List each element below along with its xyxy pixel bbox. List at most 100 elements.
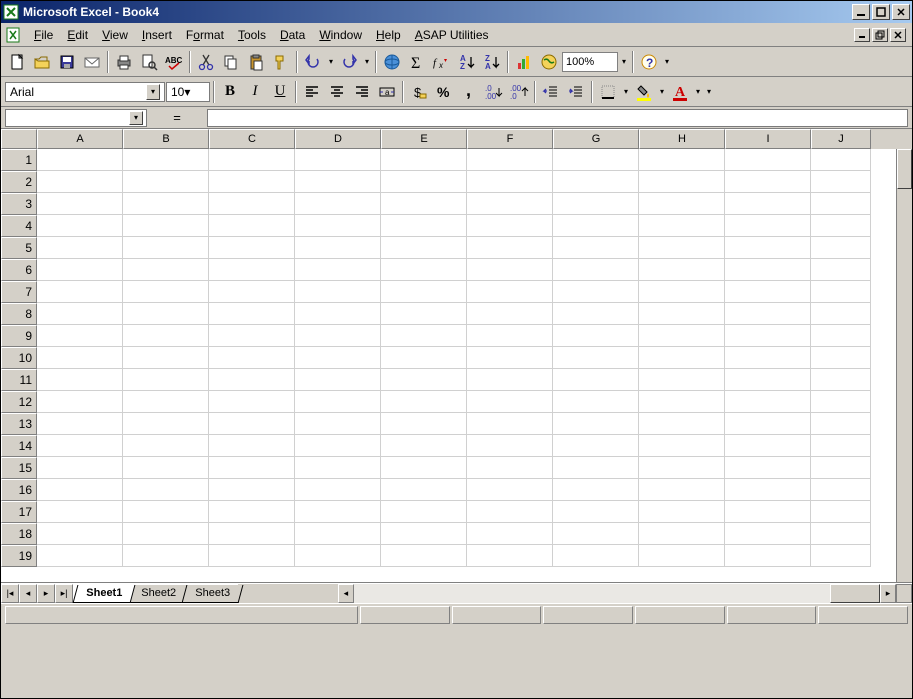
cell[interactable] — [295, 193, 381, 215]
cell[interactable] — [811, 391, 871, 413]
cell[interactable] — [295, 303, 381, 325]
row-header[interactable]: 7 — [1, 281, 37, 303]
cell[interactable] — [295, 413, 381, 435]
align-left-button[interactable] — [300, 80, 324, 104]
cell[interactable] — [209, 435, 295, 457]
menu-format[interactable]: Format — [179, 26, 231, 44]
cell[interactable] — [467, 501, 553, 523]
cell[interactable] — [553, 237, 639, 259]
cell[interactable] — [37, 237, 123, 259]
cell[interactable] — [467, 215, 553, 237]
cell[interactable] — [639, 545, 725, 567]
cell[interactable] — [123, 193, 209, 215]
column-header[interactable]: J — [811, 129, 871, 149]
cell[interactable] — [381, 259, 467, 281]
cell[interactable] — [725, 457, 811, 479]
cell[interactable] — [37, 171, 123, 193]
cell[interactable] — [725, 347, 811, 369]
cell[interactable] — [37, 501, 123, 523]
cell[interactable] — [37, 325, 123, 347]
maximize-button[interactable] — [872, 4, 890, 20]
cell[interactable] — [553, 347, 639, 369]
cell[interactable] — [123, 215, 209, 237]
chart-wizard-button[interactable] — [512, 50, 536, 74]
cell[interactable] — [725, 193, 811, 215]
cell[interactable] — [209, 149, 295, 171]
row-header[interactable]: 13 — [1, 413, 37, 435]
print-button[interactable] — [112, 50, 136, 74]
undo-dropdown[interactable]: ▾ — [326, 57, 336, 66]
cell[interactable] — [209, 523, 295, 545]
cell[interactable] — [639, 479, 725, 501]
cell[interactable] — [467, 259, 553, 281]
cell[interactable] — [123, 259, 209, 281]
scrollbar-thumb[interactable] — [830, 584, 880, 603]
menu-edit[interactable]: Edit — [60, 26, 95, 44]
cell[interactable] — [811, 479, 871, 501]
cell[interactable] — [725, 215, 811, 237]
cell[interactable] — [467, 325, 553, 347]
fill-color-dropdown[interactable]: ▾ — [657, 87, 667, 96]
menu-help[interactable]: Help — [369, 26, 408, 44]
font-color-dropdown[interactable]: ▾ — [693, 87, 703, 96]
cell[interactable] — [295, 479, 381, 501]
cell[interactable] — [639, 435, 725, 457]
menu-insert[interactable]: Insert — [135, 26, 179, 44]
help-button[interactable]: ? — [637, 50, 661, 74]
cell[interactable] — [811, 259, 871, 281]
cell[interactable] — [725, 149, 811, 171]
cell[interactable] — [811, 435, 871, 457]
cell[interactable] — [811, 369, 871, 391]
currency-button[interactable]: $ — [407, 80, 431, 104]
cell[interactable] — [123, 347, 209, 369]
map-button[interactable] — [537, 50, 561, 74]
cell[interactable] — [123, 523, 209, 545]
cell[interactable] — [37, 435, 123, 457]
cell[interactable] — [467, 457, 553, 479]
cell[interactable] — [37, 193, 123, 215]
cell[interactable] — [811, 523, 871, 545]
cell[interactable] — [553, 149, 639, 171]
cell[interactable] — [209, 413, 295, 435]
email-button[interactable] — [80, 50, 104, 74]
cell[interactable] — [37, 523, 123, 545]
row-header[interactable]: 16 — [1, 479, 37, 501]
cell[interactable] — [811, 149, 871, 171]
zoom-combo[interactable]: 100% — [562, 52, 618, 72]
cell[interactable] — [467, 523, 553, 545]
cell[interactable] — [553, 325, 639, 347]
decrease-decimal-button[interactable]: .00.0 — [507, 80, 531, 104]
row-header[interactable]: 19 — [1, 545, 37, 567]
cell[interactable] — [295, 391, 381, 413]
cells-area[interactable] — [37, 149, 912, 567]
cell[interactable] — [467, 237, 553, 259]
cell[interactable] — [467, 193, 553, 215]
mdi-restore-button[interactable] — [872, 28, 888, 42]
cell[interactable] — [381, 215, 467, 237]
cell[interactable] — [725, 545, 811, 567]
cell[interactable] — [553, 193, 639, 215]
cell[interactable] — [467, 545, 553, 567]
row-header[interactable]: 3 — [1, 193, 37, 215]
cell[interactable] — [295, 435, 381, 457]
cell[interactable] — [123, 281, 209, 303]
cell[interactable] — [295, 259, 381, 281]
cell[interactable] — [37, 457, 123, 479]
cell[interactable] — [639, 149, 725, 171]
help-dropdown[interactable]: ▾ — [662, 57, 672, 66]
autosum-button[interactable]: Σ — [405, 50, 429, 74]
scrollbar-thumb[interactable] — [897, 149, 912, 189]
cell[interactable] — [381, 369, 467, 391]
cell[interactable] — [639, 303, 725, 325]
sheet-tab[interactable]: Sheet3 — [182, 585, 244, 603]
cell[interactable] — [209, 479, 295, 501]
cell[interactable] — [553, 303, 639, 325]
comma-button[interactable]: , — [457, 80, 481, 104]
cell[interactable] — [467, 303, 553, 325]
cell[interactable] — [811, 171, 871, 193]
cell[interactable] — [123, 457, 209, 479]
align-center-button[interactable] — [325, 80, 349, 104]
row-header[interactable]: 17 — [1, 501, 37, 523]
row-header[interactable]: 4 — [1, 215, 37, 237]
cell[interactable] — [553, 523, 639, 545]
